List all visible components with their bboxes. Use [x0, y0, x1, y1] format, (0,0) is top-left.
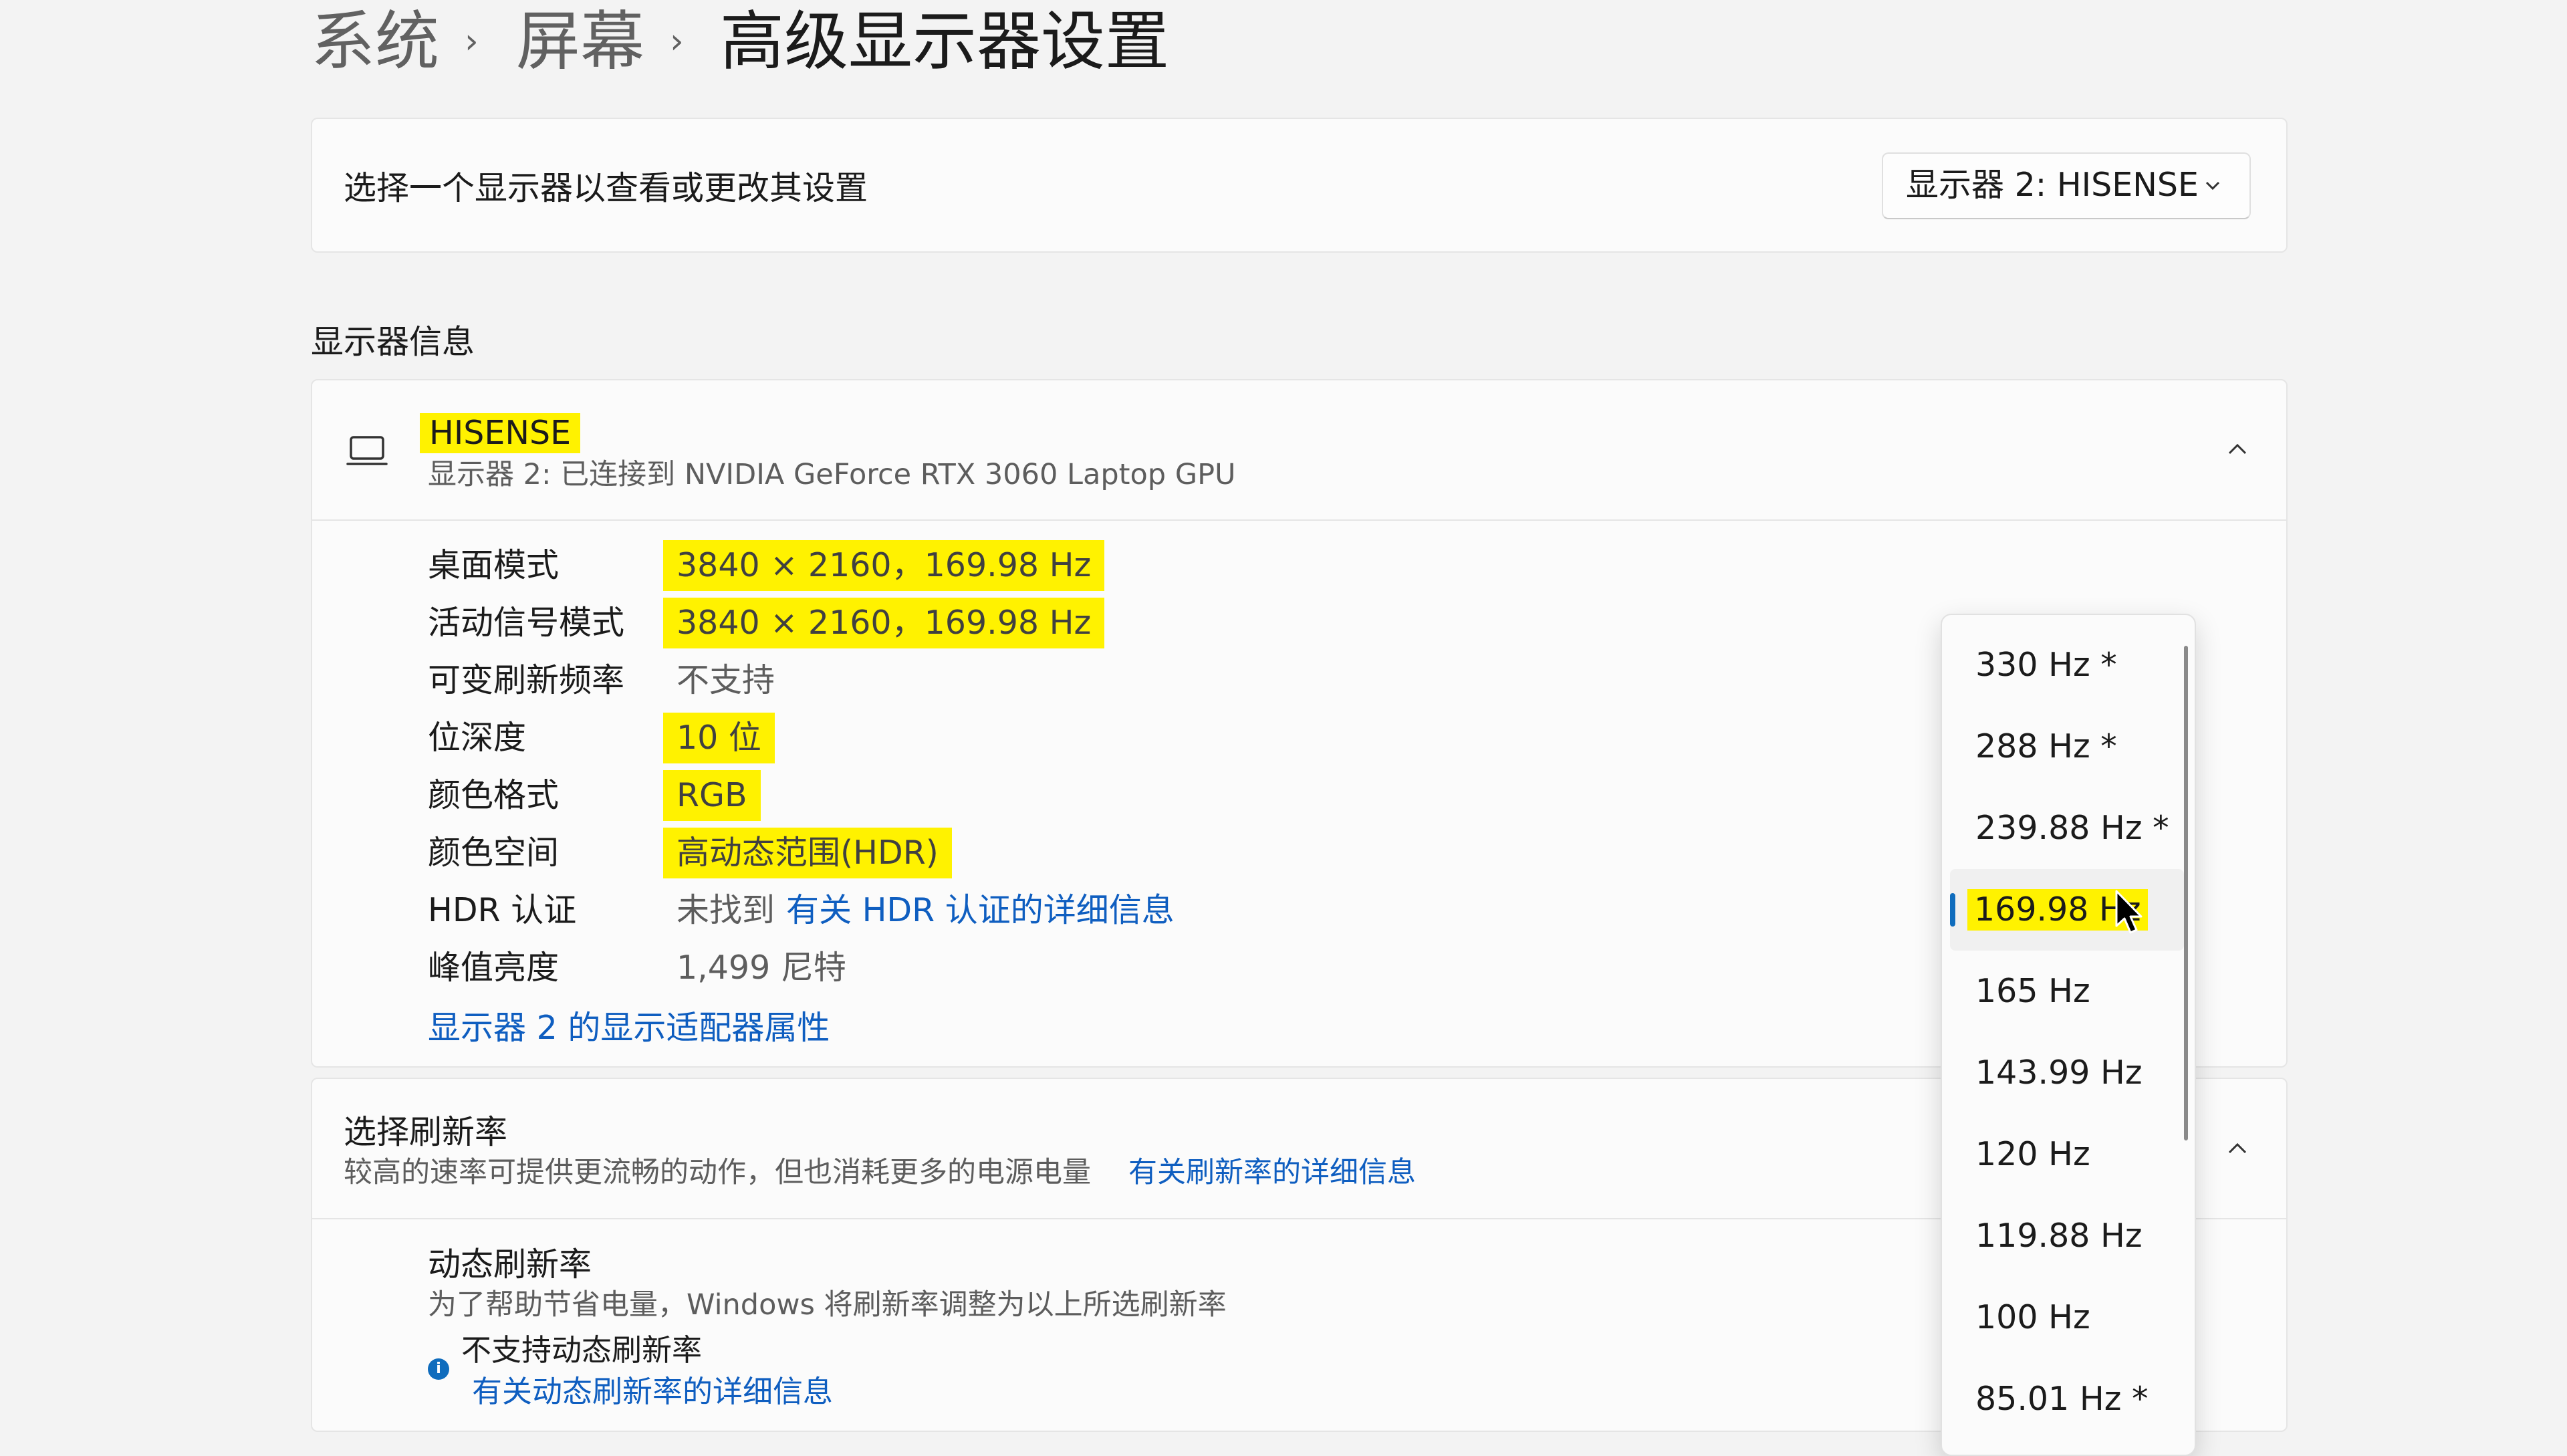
info-icon: i [428, 1358, 449, 1380]
info-value: 高动态范围(HDR) [663, 828, 952, 878]
info-key: 颜色格式 [428, 776, 560, 814]
refresh-option[interactable]: 330 Hz * [1942, 624, 2195, 706]
info-key: 桌面模式 [428, 546, 560, 584]
info-value: 1,499 尼特 [677, 949, 846, 987]
chevron-up-icon[interactable] [2226, 440, 2249, 457]
info-key: 活动信号模式 [428, 604, 625, 642]
display-name: HISENSE [420, 413, 581, 453]
display-adapter-properties-link[interactable]: 显示器 2 的显示适配器属性 [428, 1008, 830, 1048]
refresh-option[interactable]: 239.88 Hz * [1942, 787, 2195, 869]
info-value: RGB [663, 770, 761, 821]
refresh-option[interactable]: 120 Hz [1942, 1114, 2195, 1195]
option-label: 119.88 Hz [1975, 1217, 2143, 1255]
refresh-rate-dropdown-list[interactable]: 330 Hz * 288 Hz * 239.88 Hz * 169.98 Hz … [1941, 614, 2196, 1456]
refresh-option-selected[interactable]: 169.98 Hz [1950, 869, 2184, 951]
info-key: 位深度 [428, 719, 527, 757]
breadcrumb-system[interactable]: 系统 [311, 0, 439, 84]
section-title: 显示器信息 [311, 323, 475, 361]
chevron-down-icon [2205, 181, 2220, 191]
divider [312, 519, 2286, 521]
info-value: 10 位 [663, 713, 775, 763]
cursor-icon [2115, 890, 2143, 934]
selection-indicator [1950, 893, 1955, 927]
refresh-option[interactable]: 143.99 Hz [1942, 1032, 2195, 1114]
info-key: 颜色空间 [428, 834, 560, 872]
refresh-rate-desc: 较高的速率可提供更流畅的动作，但也消耗更多的电源电量 [344, 1156, 1091, 1189]
scrollbar[interactable] [2184, 646, 2188, 1140]
breadcrumb-separator: › [670, 21, 684, 62]
info-value: 未找到 [677, 891, 775, 929]
option-label: 165 Hz [1975, 972, 2090, 1010]
laptop-icon [346, 436, 388, 465]
chevron-up-icon[interactable] [2226, 1139, 2249, 1157]
option-label: 85.01 Hz * [1975, 1380, 2149, 1418]
dynamic-refresh-desc: 为了帮助节省电量，Windows 将刷新率调整为以上所选刷新率 [428, 1288, 1227, 1322]
refresh-option[interactable]: 85.01 Hz * [1942, 1358, 2195, 1440]
refresh-option[interactable]: 100 Hz [1942, 1277, 2195, 1358]
display-select-label: 选择一个显示器以查看或更改其设置 [344, 169, 868, 207]
option-label: 143.99 Hz [1975, 1054, 2143, 1092]
dynamic-refresh-title: 动态刷新率 [428, 1245, 592, 1284]
refresh-option[interactable]: 288 Hz * [1942, 706, 2195, 787]
info-key: HDR 认证 [428, 891, 577, 929]
display-select-dropdown[interactable]: 显示器 2: HISENSE [1882, 152, 2251, 219]
info-value: 不支持 [677, 661, 775, 699]
dynamic-refresh-unsupported: 不支持动态刷新率 [461, 1332, 703, 1368]
display-subtitle: 显示器 2: 已连接到 NVIDIA GeForce RTX 3060 Lapt… [428, 458, 1236, 491]
info-value: 3840 × 2160，169.98 Hz [663, 598, 1105, 648]
option-label: 100 Hz [1975, 1298, 2090, 1336]
breadcrumb-display[interactable]: 屏幕 [516, 0, 644, 84]
page-title: 高级显示器设置 [720, 4, 1169, 79]
option-label: 239.88 Hz * [1975, 809, 2169, 847]
hdr-certification-link[interactable]: 有关 HDR 认证的详细信息 [786, 890, 1175, 931]
refresh-rate-info-link[interactable]: 有关刷新率的详细信息 [1128, 1154, 1416, 1191]
dynamic-refresh-info-link[interactable]: 有关动态刷新率的详细信息 [472, 1372, 833, 1412]
refresh-option[interactable]: 165 Hz [1942, 951, 2195, 1032]
info-key: 可变刷新频率 [428, 661, 625, 699]
option-label: 330 Hz * [1975, 646, 2117, 684]
info-value: 3840 × 2160，169.98 Hz [663, 540, 1105, 591]
refresh-rate-title: 选择刷新率 [344, 1113, 508, 1151]
breadcrumb-separator: › [465, 21, 479, 62]
refresh-option[interactable]: 119.88 Hz [1942, 1195, 2195, 1277]
info-key: 峰值亮度 [428, 949, 560, 987]
display-select-value: 显示器 2: HISENSE [1906, 166, 2199, 204]
option-label: 288 Hz * [1975, 727, 2117, 765]
option-label: 120 Hz [1975, 1135, 2090, 1173]
